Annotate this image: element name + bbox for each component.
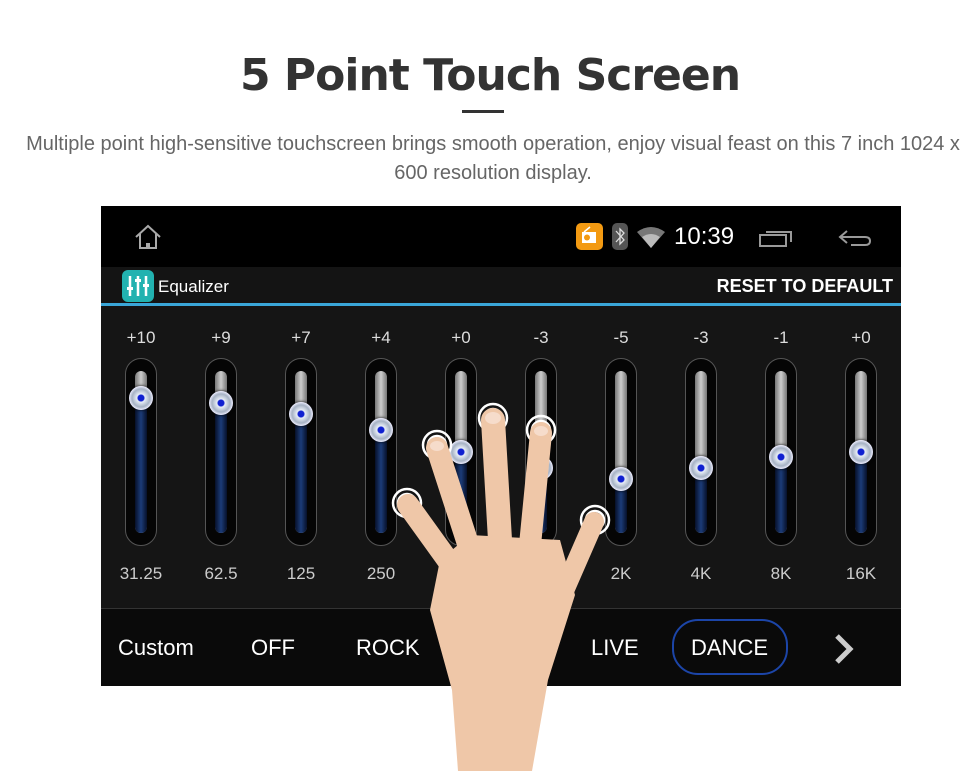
- hand-illustration: [391, 402, 611, 771]
